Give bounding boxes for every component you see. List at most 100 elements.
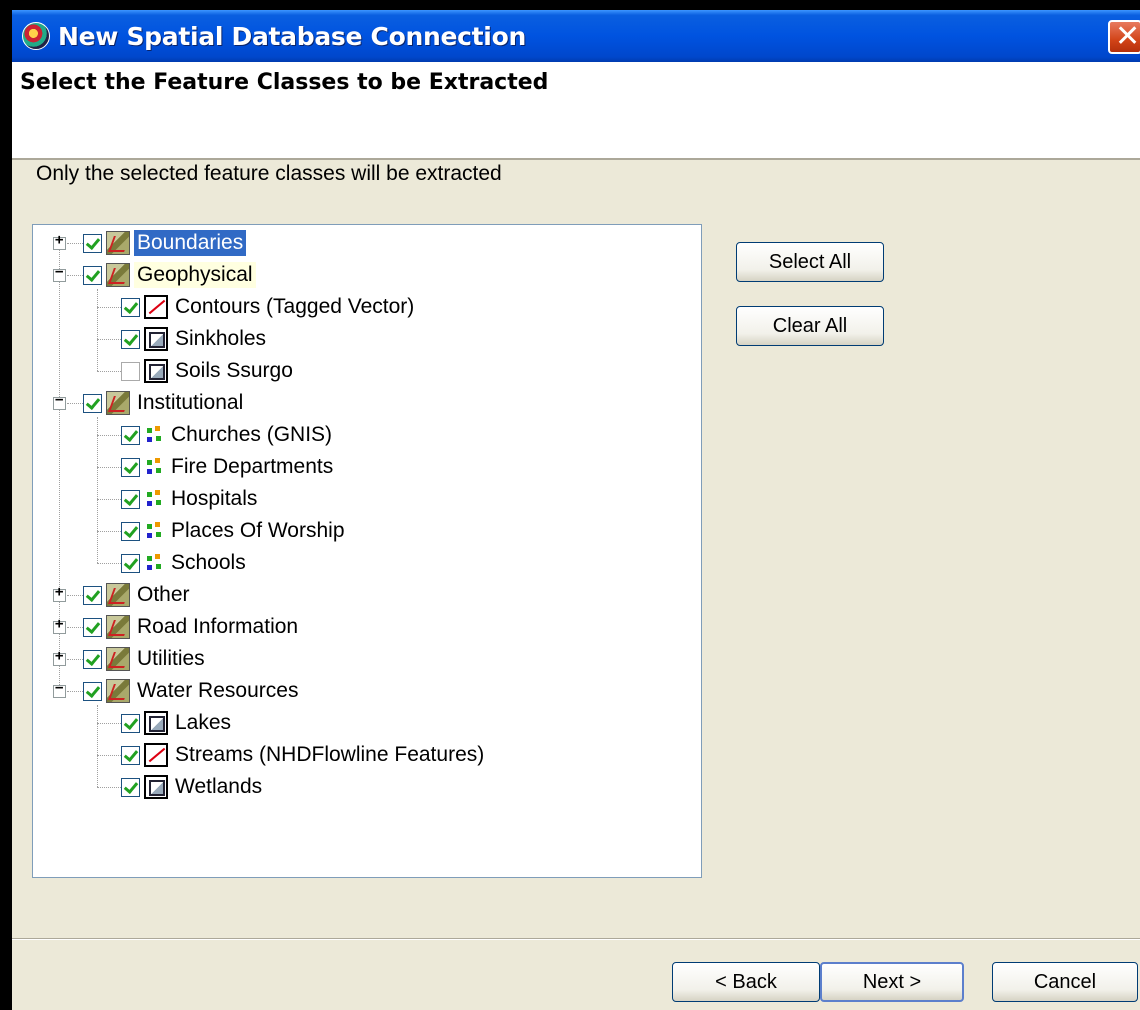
tree-item-road-information[interactable]: Road Information	[83, 611, 301, 643]
tree-item-label: Soils Ssurgo	[175, 359, 293, 382]
back-button[interactable]: < Back	[672, 962, 820, 1002]
checkbox[interactable]	[121, 489, 140, 509]
collapse-icon[interactable]: −	[53, 392, 66, 410]
tree-item-other[interactable]: Other	[83, 579, 193, 611]
point-feature-icon	[144, 457, 164, 477]
point-feature-icon	[144, 489, 164, 509]
tree-item-boundaries[interactable]: Boundaries	[83, 227, 247, 259]
point-feature-icon	[144, 553, 164, 573]
tree-item-fire-departments[interactable]: Fire Departments	[121, 451, 336, 483]
tree-item-lakes[interactable]: Lakes	[121, 707, 234, 739]
checkbox[interactable]	[121, 553, 140, 573]
close-icon: ✕	[1115, 19, 1140, 54]
tree-connector	[97, 435, 123, 436]
tree-connector	[97, 531, 123, 532]
globe-icon	[22, 22, 50, 50]
tree-item-label: Places Of Worship	[171, 519, 345, 542]
wizard-header: Select the Feature Classes to be Extract…	[12, 62, 1140, 160]
tree-item-label: Utilities	[137, 647, 205, 670]
collapse-icon[interactable]: −	[53, 680, 66, 698]
tree-item-label: Churches (GNIS)	[171, 423, 333, 446]
select-all-button[interactable]: Select All	[736, 242, 884, 282]
tree-connector	[67, 659, 83, 660]
close-button[interactable]: ✕	[1108, 19, 1140, 54]
tree-connector	[97, 417, 98, 563]
instruction-text: Only the selected feature classes will b…	[36, 162, 502, 185]
checkbox[interactable]	[121, 713, 140, 733]
tree-connector	[97, 499, 123, 500]
dialog-window: New Spatial Database Connection ✕ Select…	[12, 10, 1140, 1010]
tree-item-label: Contours (Tagged Vector)	[175, 295, 415, 318]
next-button[interactable]: Next >	[820, 962, 964, 1002]
layer-group-icon	[106, 263, 130, 287]
checkbox[interactable]	[83, 393, 102, 413]
cancel-button[interactable]: Cancel	[992, 962, 1138, 1002]
polygon-feature-icon	[144, 327, 168, 351]
tree-item-institutional[interactable]: Institutional	[83, 387, 246, 419]
expand-icon[interactable]: +	[53, 616, 66, 634]
tree-item-soils-ssurgo[interactable]: Soils Ssurgo	[121, 355, 296, 387]
checkbox[interactable]	[83, 649, 102, 669]
checkbox[interactable]	[121, 297, 140, 317]
checkbox[interactable]	[121, 745, 140, 765]
tree-item-label: Geophysical	[134, 262, 256, 288]
tree-connector	[97, 787, 123, 788]
tree-connector	[97, 723, 123, 724]
tree-connector	[97, 563, 123, 564]
checkbox[interactable]	[121, 329, 140, 349]
tree-item-label: Fire Departments	[171, 455, 334, 478]
collapse-icon[interactable]: −	[53, 264, 66, 282]
checkbox[interactable]	[83, 617, 102, 637]
tree-connector	[67, 243, 83, 244]
line-feature-icon	[144, 295, 168, 319]
footer-divider	[12, 938, 1140, 940]
layer-group-icon	[106, 391, 130, 415]
clear-all-button[interactable]: Clear All	[736, 306, 884, 346]
tree-item-label: Hospitals	[171, 487, 258, 510]
layer-group-icon	[106, 231, 130, 255]
tree-item-label: Boundaries	[134, 230, 247, 256]
tree-connector	[97, 755, 123, 756]
page-title: Select the Feature Classes to be Extract…	[20, 70, 549, 95]
tree-connector	[97, 467, 123, 468]
tree-connector	[97, 307, 123, 308]
checkbox[interactable]	[121, 361, 140, 381]
checkbox[interactable]	[83, 681, 102, 701]
tree-item-geophysical[interactable]: Geophysical	[83, 259, 256, 291]
tree-item-label: Streams (NHDFlowline Features)	[175, 743, 485, 766]
tree-item-streams[interactable]: Streams (NHDFlowline Features)	[121, 739, 487, 771]
checkbox[interactable]	[121, 777, 140, 797]
tree-item-contours[interactable]: Contours (Tagged Vector)	[121, 291, 417, 323]
feature-class-tree[interactable]: + − − + + + − Boundaries Geophysical Con…	[32, 224, 702, 878]
tree-connector	[67, 627, 83, 628]
checkbox[interactable]	[83, 585, 102, 605]
checkbox[interactable]	[121, 521, 140, 541]
expand-icon[interactable]: +	[53, 584, 66, 602]
layer-group-icon	[106, 647, 130, 671]
expand-icon[interactable]: +	[53, 648, 66, 666]
tree-item-wetlands[interactable]: Wetlands	[121, 771, 265, 803]
tree-item-utilities[interactable]: Utilities	[83, 643, 208, 675]
tree-item-schools[interactable]: Schools	[121, 547, 249, 579]
tree-item-hospitals[interactable]: Hospitals	[121, 483, 260, 515]
tree-item-label: Sinkholes	[175, 327, 267, 350]
point-feature-icon	[144, 425, 164, 445]
checkbox[interactable]	[121, 457, 140, 477]
tree-item-label: Other	[137, 583, 190, 606]
tree-connector	[97, 289, 98, 371]
tree-item-churches[interactable]: Churches (GNIS)	[121, 419, 335, 451]
tree-item-sinkholes[interactable]: Sinkholes	[121, 323, 269, 355]
tree-connector	[97, 339, 123, 340]
title-bar[interactable]: New Spatial Database Connection ✕	[12, 10, 1140, 62]
tree-item-label: Wetlands	[175, 775, 263, 798]
tree-connector	[67, 275, 83, 276]
tree-item-places-of-worship[interactable]: Places Of Worship	[121, 515, 348, 547]
tree-item-label: Water Resources	[137, 679, 299, 702]
tree-connector	[67, 691, 83, 692]
tree-item-water-resources[interactable]: Water Resources	[83, 675, 301, 707]
checkbox[interactable]	[83, 265, 102, 285]
checkbox[interactable]	[121, 425, 140, 445]
checkbox[interactable]	[83, 233, 102, 253]
tree-item-label: Institutional	[137, 391, 244, 414]
expand-icon[interactable]: +	[53, 232, 66, 250]
